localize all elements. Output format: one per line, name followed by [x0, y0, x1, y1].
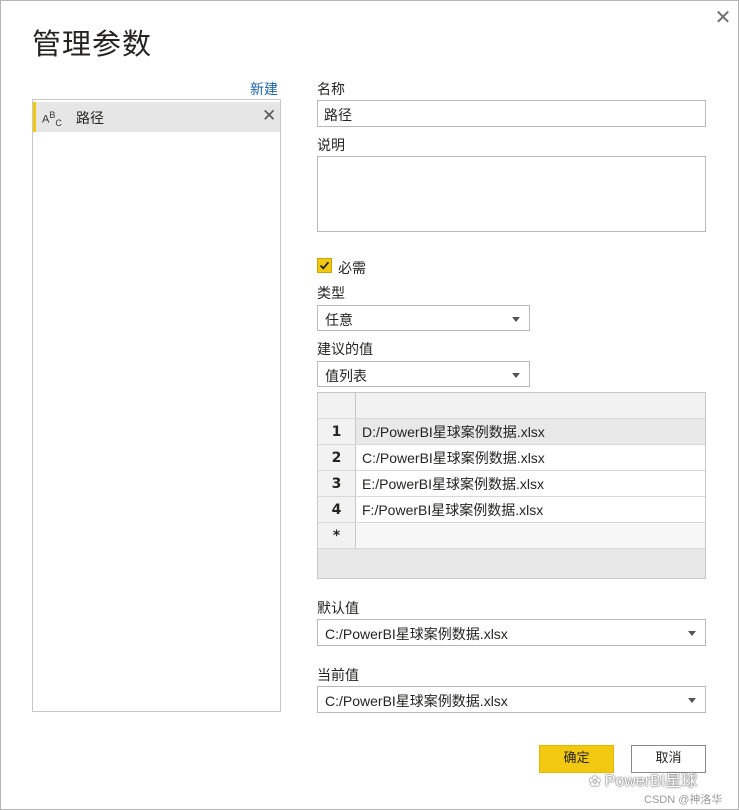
- type-dropdown[interactable]: 任意: [317, 305, 530, 331]
- values-table: 1 D:/PowerBI星球案例数据.xlsx 2 C:/PowerBI星球案例…: [317, 392, 706, 579]
- table-row[interactable]: 1 D:/PowerBI星球案例数据.xlsx: [318, 419, 705, 445]
- required-checkbox[interactable]: [317, 258, 332, 273]
- current-value-dropdown[interactable]: C:/PowerBI星球案例数据.xlsx: [317, 686, 706, 713]
- description-label: 说明: [317, 138, 345, 154]
- table-header-cell: [356, 393, 705, 419]
- watermark-text: PowerBI星球: [604, 773, 698, 790]
- chevron-down-icon: [512, 373, 520, 378]
- suggested-values-dropdown[interactable]: 值列表: [317, 361, 530, 387]
- new-row-marker: *: [318, 523, 356, 549]
- wechat-icon: ✿: [589, 773, 601, 789]
- row-number: 3: [318, 471, 356, 497]
- table-row[interactable]: 3 E:/PowerBI星球案例数据.xlsx: [318, 471, 705, 497]
- table-row[interactable]: 4 F:/PowerBI星球案例数据.xlsx: [318, 497, 705, 523]
- table-header-row: [318, 393, 705, 419]
- row-value-cell[interactable]: F:/PowerBI星球案例数据.xlsx: [356, 497, 705, 523]
- table-corner-cell: [318, 393, 356, 419]
- close-icon[interactable]: ✕: [262, 106, 276, 126]
- csdn-watermark: CSDN @神洛华: [644, 794, 723, 806]
- new-parameter-link[interactable]: 新建: [250, 79, 278, 99]
- current-value-label: 当前值: [317, 668, 359, 684]
- suggested-values-label: 建议的值: [317, 342, 373, 358]
- close-icon[interactable]: ✕: [713, 7, 733, 27]
- chevron-down-icon: [688, 698, 696, 703]
- description-field[interactable]: [317, 156, 706, 232]
- suggested-values-dropdown-value: 值列表: [325, 369, 367, 385]
- chevron-down-icon: [688, 631, 696, 636]
- row-number: 4: [318, 497, 356, 523]
- chevron-down-icon: [512, 317, 520, 322]
- row-number: 1: [318, 419, 356, 445]
- parameter-item[interactable]: ABC 路径 ✕: [33, 102, 280, 132]
- name-field[interactable]: 路径: [317, 100, 706, 127]
- parameter-item-label: 路径: [76, 111, 104, 127]
- current-value-dropdown-value: C:/PowerBI星球案例数据.xlsx: [325, 693, 508, 709]
- required-label: 必需: [338, 261, 366, 277]
- name-label: 名称: [317, 82, 345, 98]
- row-number: 2: [318, 445, 356, 471]
- abc-text-icon: ABC: [42, 110, 62, 128]
- default-value-dropdown[interactable]: C:/PowerBI星球案例数据.xlsx: [317, 619, 706, 646]
- table-row[interactable]: 2 C:/PowerBI星球案例数据.xlsx: [318, 445, 705, 471]
- table-new-row[interactable]: *: [318, 523, 705, 549]
- row-value-cell[interactable]: D:/PowerBI星球案例数据.xlsx: [356, 419, 705, 445]
- default-value-label: 默认值: [317, 601, 359, 617]
- parameter-list: ABC 路径 ✕: [32, 99, 281, 712]
- row-value-cell[interactable]: E:/PowerBI星球案例数据.xlsx: [356, 471, 705, 497]
- type-dropdown-value: 任意: [325, 313, 353, 329]
- row-value-cell[interactable]: C:/PowerBI星球案例数据.xlsx: [356, 445, 705, 471]
- dialog-title: 管理参数: [32, 27, 153, 61]
- checkmark-icon: [319, 261, 330, 270]
- type-label: 类型: [317, 286, 345, 302]
- watermark: ✿ PowerBI星球: [589, 767, 697, 791]
- new-row-value-cell[interactable]: [356, 523, 705, 549]
- manage-parameters-dialog: ✕ 管理参数 新建 ABC 路径 ✕ 名称 路径 说明 必需 类型 任意 建议的…: [0, 0, 739, 810]
- default-value-dropdown-value: C:/PowerBI星球案例数据.xlsx: [325, 626, 508, 642]
